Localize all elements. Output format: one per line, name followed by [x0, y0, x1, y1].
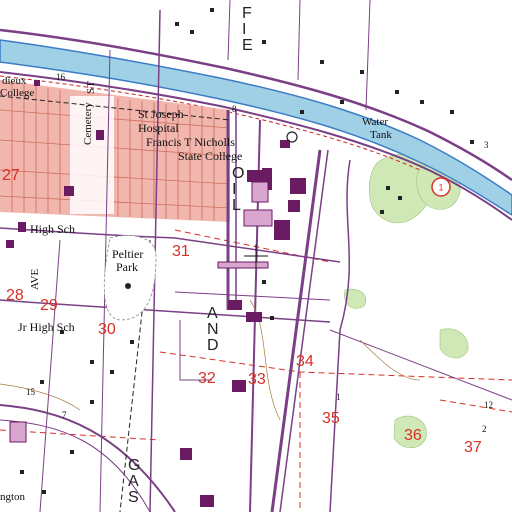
svg-text:N: N — [207, 321, 220, 338]
svg-text:D: D — [207, 337, 220, 354]
small-number-8: 8 — [232, 104, 237, 114]
route-number: 1 — [438, 183, 443, 193]
label-st-joseph: St Joseph — [138, 107, 184, 121]
label-cemetery: Cemetery — [82, 102, 94, 145]
topographic-map: 1 St Joseph Hospital Francis T Nicholls … — [0, 0, 512, 512]
label-state-college: State College — [178, 149, 242, 163]
svg-text:E: E — [242, 37, 254, 54]
road-label-gas: G A S — [128, 457, 141, 506]
small-number-15: 15 — [26, 387, 36, 397]
svg-text:L: L — [232, 197, 242, 214]
label-college-fragment: College — [0, 87, 34, 99]
label-park: Park — [116, 260, 138, 274]
svg-text:I: I — [232, 181, 237, 198]
section-35: 35 — [322, 410, 340, 427]
section-32: 32 — [198, 370, 216, 387]
section-29: 29 — [40, 297, 58, 314]
section-27: 27 — [2, 167, 20, 184]
section-36: 36 — [404, 427, 422, 444]
label-water: Water — [362, 116, 388, 128]
small-number-1: 1 — [336, 392, 341, 402]
label-peltier: Peltier — [112, 247, 143, 261]
svg-text:A: A — [207, 305, 219, 322]
small-number-7: 7 — [62, 410, 67, 420]
label-tank: Tank — [370, 129, 392, 141]
label-dieux-fragment: dieux — [2, 75, 27, 87]
small-number-2: 2 — [482, 424, 487, 434]
label-hospital: Hospital — [138, 121, 179, 135]
svg-text:F: F — [242, 5, 253, 22]
svg-text:I: I — [242, 21, 247, 38]
svg-text:O: O — [232, 165, 245, 182]
road-label-and: A N D — [207, 305, 220, 354]
section-30: 30 — [98, 321, 116, 338]
section-28: 28 — [6, 287, 24, 304]
section-33: 33 — [248, 371, 266, 388]
small-number-16: 16 — [56, 72, 66, 82]
label-jr-high-sch: Jr High Sch — [18, 320, 75, 334]
label-francis-nicholls: Francis T Nicholls — [146, 135, 235, 149]
label-high-sch: High Sch — [30, 222, 75, 236]
svg-text:S: S — [128, 489, 140, 506]
label-ave: AVE — [29, 269, 41, 290]
label-st: ST — [85, 81, 97, 94]
small-number-12: 12 — [484, 400, 493, 410]
label-washington-fragment: ngton — [0, 491, 26, 503]
section-34: 34 — [296, 353, 314, 370]
svg-text:G: G — [128, 457, 141, 474]
svg-text:A: A — [128, 473, 140, 490]
small-number-3: 3 — [484, 140, 489, 150]
section-31: 31 — [172, 243, 190, 260]
section-37: 37 — [464, 439, 482, 456]
